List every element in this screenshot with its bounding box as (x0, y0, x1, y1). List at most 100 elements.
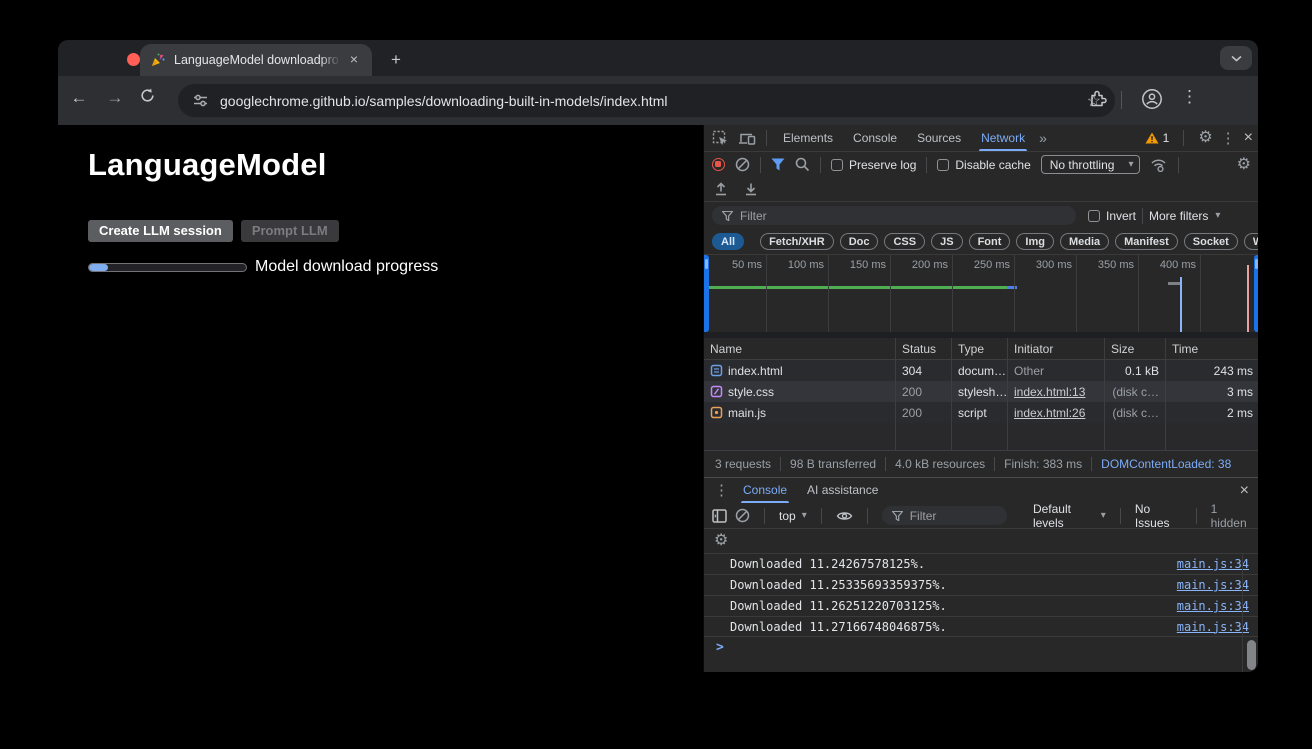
console-filter-input[interactable]: Filter (882, 506, 1007, 525)
progress-label: Model download progress (255, 258, 438, 276)
column-type[interactable]: Type (952, 338, 1008, 359)
devtools-settings-gear-icon[interactable]: ⚙ (1198, 130, 1212, 146)
initiator-link[interactable]: index.html:26 (1014, 406, 1085, 420)
devtools-menu-icon[interactable]: ⋮ (1221, 131, 1236, 146)
chip-fetch-xhr[interactable]: Fetch/XHR (760, 233, 834, 250)
disable-cache-checkbox[interactable]: Disable cache (937, 158, 1030, 172)
tab-search-chevron-button[interactable] (1220, 46, 1252, 70)
tab-console[interactable]: Console (843, 125, 907, 151)
column-size[interactable]: Size (1105, 338, 1166, 359)
console-message[interactable]: Downloaded 11.25335693359375%. main.js:3… (704, 574, 1258, 595)
console-message-source-link[interactable]: main.js:34 (1177, 599, 1249, 613)
create-llm-session-button[interactable]: Create LLM session (88, 220, 233, 242)
chip-media[interactable]: Media (1060, 233, 1109, 250)
browser-menu-icon[interactable]: ⋮ (1181, 87, 1198, 107)
drawer-close-icon[interactable]: × (1240, 483, 1249, 499)
network-conditions-icon[interactable] (1150, 158, 1168, 172)
timeline-right-handle[interactable] (1254, 255, 1258, 332)
checkbox-icon (937, 159, 949, 171)
browser-tab[interactable]: LanguageModel downloadpro × (140, 44, 372, 76)
console-message[interactable]: Downloaded 11.24267578125%. main.js:34 (704, 553, 1258, 574)
close-window-button[interactable] (127, 53, 140, 66)
hidden-messages-count[interactable]: 1 hidden (1211, 502, 1251, 530)
context-selector-dropdown[interactable]: top ▾ (779, 509, 807, 523)
chip-font[interactable]: Font (969, 233, 1011, 250)
chip-all[interactable]: All (712, 233, 744, 250)
table-row[interactable]: style.css 200 stylesh… index.html:13 (di… (704, 381, 1258, 402)
console-message[interactable]: Downloaded 11.27166748046875%. main.js:3… (704, 616, 1258, 637)
column-status[interactable]: Status (896, 338, 952, 359)
site-settings-icon[interactable] (193, 93, 208, 108)
tab-elements[interactable]: Elements (773, 125, 843, 151)
chip-doc[interactable]: Doc (840, 233, 879, 250)
tab-close-icon[interactable]: × (345, 51, 363, 69)
initiator-link[interactable]: index.html:13 (1014, 385, 1085, 399)
chip-wasm[interactable]: Wasm (1244, 233, 1258, 250)
drawer-tab-ai-assistance[interactable]: AI assistance (797, 478, 888, 503)
forward-icon[interactable]: → (102, 88, 128, 108)
more-filters-button[interactable]: More filters ▾ (1149, 209, 1220, 223)
new-tab-button[interactable]: + (384, 48, 408, 72)
profile-icon[interactable] (1141, 88, 1163, 110)
chevron-down-icon: ▾ (802, 510, 807, 521)
search-icon[interactable] (795, 157, 810, 172)
more-tabs-icon[interactable]: » (1035, 130, 1051, 146)
clear-console-icon[interactable] (735, 508, 750, 523)
console-toolbar: top ▾ Filter De (704, 503, 1258, 529)
export-har-icon[interactable] (744, 182, 758, 197)
warning-count: 1 (1163, 131, 1170, 145)
drawer-menu-icon[interactable]: ⋮ (714, 483, 729, 498)
column-initiator[interactable]: Initiator (1008, 338, 1105, 359)
record-network-log-icon[interactable] (712, 158, 725, 171)
throttling-dropdown[interactable]: No throttling ▾ (1041, 155, 1141, 174)
load-marker-line (1247, 265, 1249, 332)
timeline-tick-label: 250 ms (974, 259, 1010, 271)
table-row[interactable]: index.html 304 docum… Other 0.1 kB 243 m… (704, 360, 1258, 381)
chip-socket[interactable]: Socket (1184, 233, 1238, 250)
tab-strip: LanguageModel downloadpro × + (58, 40, 1258, 76)
network-overview-timeline[interactable]: 50 ms100 ms150 ms200 ms250 ms300 ms350 m… (704, 255, 1258, 332)
console-message-source-link[interactable]: main.js:34 (1177, 557, 1249, 571)
devtools-tab-bar: Elements Console Sources Network » 1 ⚙ (704, 125, 1258, 152)
chip-img[interactable]: Img (1016, 233, 1054, 250)
console-message-source-link[interactable]: main.js:34 (1177, 620, 1249, 634)
console-message[interactable]: Downloaded 11.26251220703125%. main.js:3… (704, 595, 1258, 616)
drawer-tab-console[interactable]: Console (733, 478, 797, 503)
tab-sources[interactable]: Sources (907, 125, 971, 151)
chip-js[interactable]: JS (931, 233, 962, 250)
devtools-close-icon[interactable]: × (1244, 130, 1253, 146)
url-bar[interactable]: googlechrome.github.io/samples/downloadi… (178, 84, 1115, 117)
preserve-log-checkbox[interactable]: Preserve log (831, 158, 916, 172)
har-row (704, 177, 1258, 202)
filter-funnel-icon[interactable] (771, 158, 785, 171)
network-filter-input[interactable]: Filter (712, 206, 1076, 225)
summary-item: 4.0 kB resources (886, 457, 995, 471)
column-time[interactable]: Time (1166, 338, 1258, 359)
console-prompt-chevron[interactable]: > (716, 640, 724, 655)
console-sidebar-icon[interactable] (712, 509, 727, 523)
chip-css[interactable]: CSS (884, 233, 925, 250)
import-har-icon[interactable] (714, 182, 728, 197)
console-message-source-link[interactable]: main.js:34 (1177, 578, 1249, 592)
console-settings-gear-icon[interactable]: ⚙ (714, 533, 728, 549)
device-toolbar-icon[interactable] (738, 131, 756, 146)
tab-network[interactable]: Network (971, 125, 1035, 151)
timeline-left-handle[interactable] (704, 255, 709, 332)
tab-title-fade (320, 48, 346, 74)
clear-network-log-icon[interactable] (735, 157, 750, 172)
live-expression-eye-icon[interactable] (836, 510, 853, 522)
console-scrollbar-thumb[interactable] (1247, 640, 1256, 670)
extensions-puzzle-icon[interactable] (1088, 89, 1108, 109)
reload-icon[interactable] (139, 87, 165, 104)
invert-checkbox[interactable]: Invert (1088, 209, 1136, 223)
inspect-element-icon[interactable] (712, 130, 729, 147)
default-levels-dropdown[interactable]: Default levels ▾ (1033, 502, 1106, 530)
web-page: LanguageModel Create LLM session Prompt … (58, 125, 703, 672)
chip-manifest[interactable]: Manifest (1115, 233, 1178, 250)
back-icon[interactable]: ← (66, 88, 92, 108)
no-issues-label[interactable]: No Issues (1135, 502, 1182, 530)
warnings-badge[interactable]: 1 (1145, 131, 1170, 145)
column-name[interactable]: Name (704, 338, 896, 359)
network-settings-gear-icon[interactable]: ⚙ (1237, 157, 1251, 173)
table-row[interactable]: main.js 200 script index.html:26 (disk c… (704, 402, 1258, 423)
